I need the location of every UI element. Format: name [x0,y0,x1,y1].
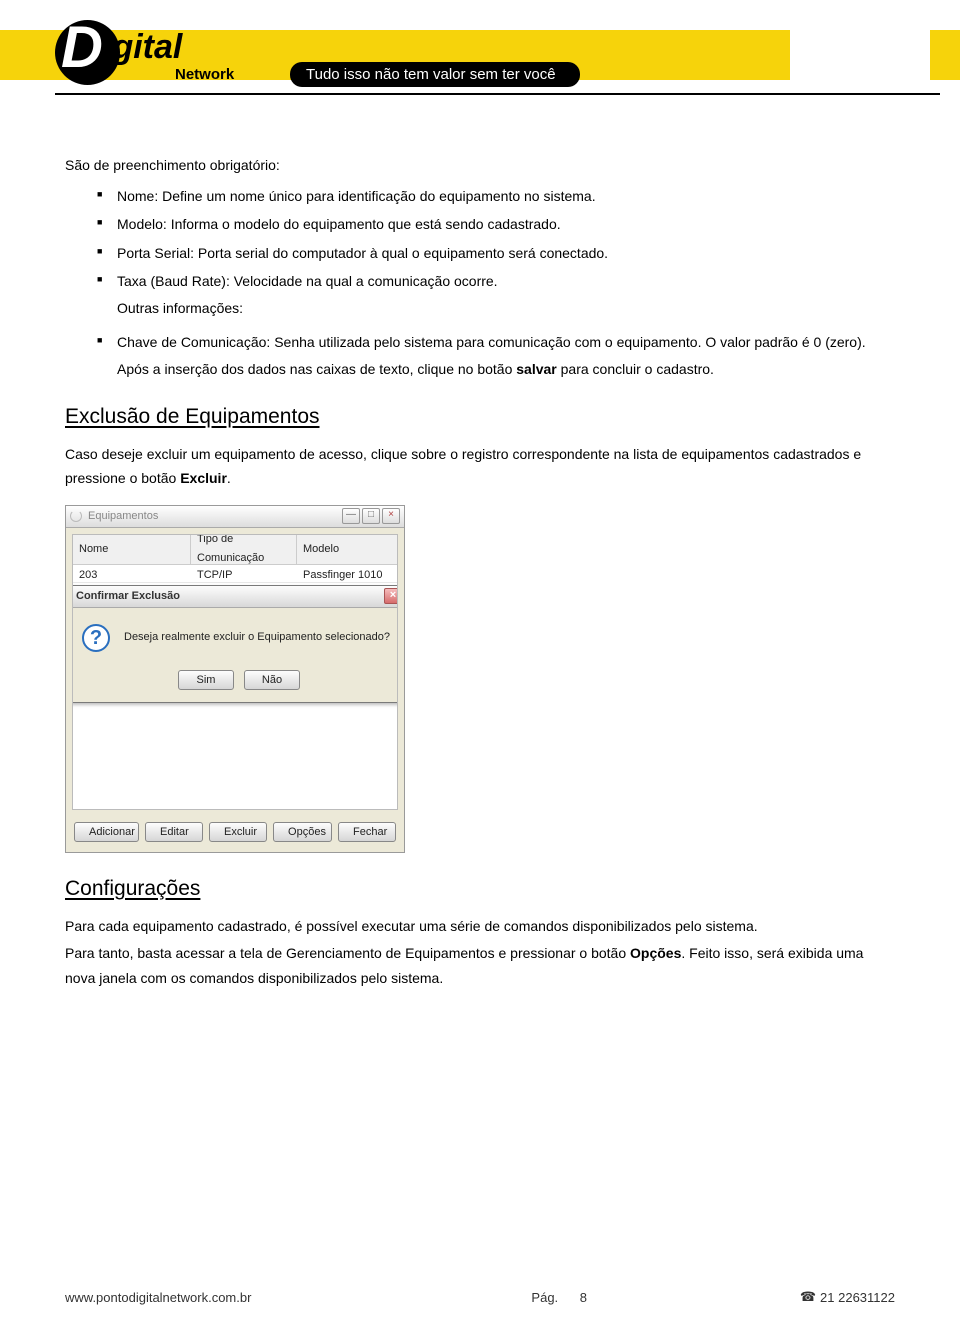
list-item: Taxa (Baud Rate): Velocidade na qual a c… [97,269,895,320]
other-info-list: Chave de Comunicação: Senha utilizada pe… [65,330,895,381]
footer-phone: ☎ 21 22631122 [800,1289,895,1305]
config-paragraph-1: Para cada equipamento cadastrado, é poss… [65,914,895,939]
dialog-titlebar[interactable]: Confirmar Exclusão × [72,586,398,608]
question-icon: ? [82,624,110,652]
grid-header-row: Nome Tipo de Comunicação Modelo [73,535,397,565]
dialog-title: Confirmar Exclusão [76,587,180,606]
equipamentos-window: Equipamentos — □ × Nome Tipo de Comunica… [65,505,405,853]
section-config-title: Configurações [65,871,895,908]
intro-line: São de preenchimento obrigatório: [65,153,895,178]
confirm-dialog: Confirmar Exclusão × ? Deseja realmente … [72,585,398,703]
header-divider [55,93,940,95]
window-toolbar: Adicionar Editar Excluir Opções Fechar [66,816,404,852]
column-header-nome[interactable]: Nome [73,535,191,564]
exclusao-paragraph: Caso deseje excluir um equipamento de ac… [65,442,895,491]
phone-icon: ☎ [800,1289,816,1305]
logo: D igital Network [55,20,275,90]
page-header: D igital Network Tudo isso não tem valor… [0,0,960,110]
page-content: São de preenchimento obrigatório: Nome: … [0,110,960,990]
dialog-close-button[interactable]: × [384,588,398,604]
other-info-label: Outras informações: [117,296,895,321]
list-item: Porta Serial: Porta serial do computador… [97,241,895,266]
logo-word: igital [103,28,182,67]
dialog-no-button[interactable]: Não [244,670,300,690]
edit-button[interactable]: Editar [145,822,203,842]
add-button[interactable]: Adicionar [74,822,139,842]
section-exclusao-title: Exclusão de Equipamentos [65,399,895,436]
close-window-button[interactable]: × [382,508,400,524]
mandatory-fields-list: Nome: Define um nome único para identifi… [65,184,895,321]
page-footer: www.pontodigitalnetwork.com.br Pág. 8 ☎ … [0,1289,960,1305]
window-title: Equipamentos [88,507,158,526]
column-header-modelo[interactable]: Modelo [297,535,397,564]
equipment-grid[interactable]: Nome Tipo de Comunicação Modelo 203 TCP/… [72,534,398,810]
minimize-button[interactable]: — [342,508,360,524]
page-number: 8 [580,1290,587,1305]
options-button[interactable]: Opções [273,822,332,842]
footer-url: www.pontodigitalnetwork.com.br [65,1290,251,1305]
column-header-tipo[interactable]: Tipo de Comunicação [191,535,297,564]
logo-subword: Network [175,66,234,83]
close-button[interactable]: Fechar [338,822,396,842]
window-titlebar[interactable]: Equipamentos — □ × [66,506,404,528]
config-paragraph-2: Para tanto, basta acessar a tela de Gere… [65,941,895,990]
slogan: Tudo isso não tem valor sem ter você [290,62,580,87]
dialog-yes-button[interactable]: Sim [178,670,234,690]
maximize-button[interactable]: □ [362,508,380,524]
after-insert-para: Após a inserção dos dados nas caixas de … [117,357,895,382]
list-item: Modelo: Informa o modelo do equipamento … [97,212,895,237]
statue-silhouette [790,22,930,82]
dialog-message: Deseja realmente excluir o Equipamento s… [124,624,390,647]
list-item: Chave de Comunicação: Senha utilizada pe… [97,330,895,381]
delete-button[interactable]: Excluir [209,822,267,842]
page-label: Pág. [531,1290,558,1305]
spinner-icon [70,510,82,522]
list-item: Nome: Define um nome único para identifi… [97,184,895,209]
table-row[interactable]: 203 TCP/IP Passfinger 1010 [73,565,397,583]
